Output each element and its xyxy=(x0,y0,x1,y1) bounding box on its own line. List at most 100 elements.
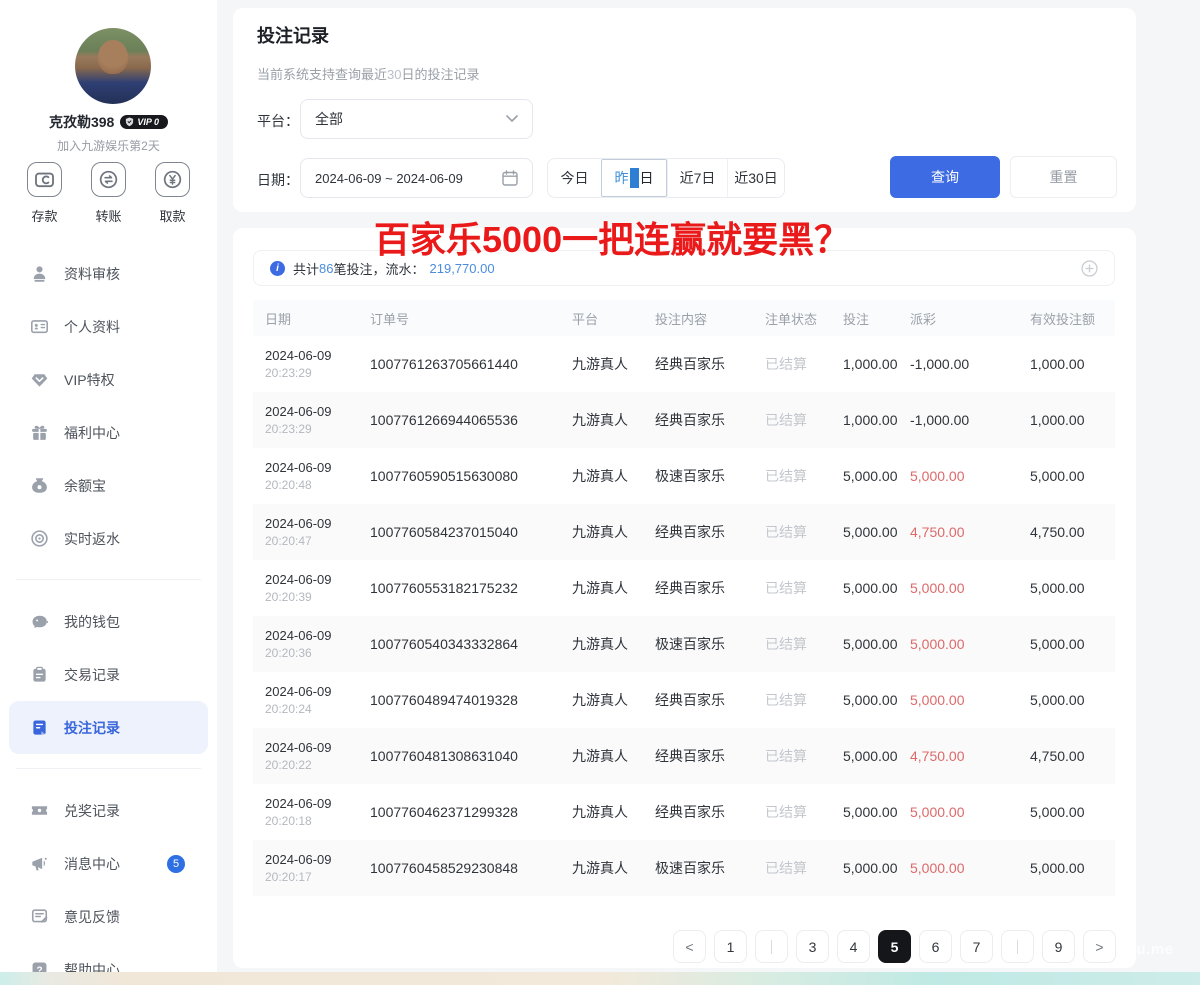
platform-select[interactable]: 全部 xyxy=(300,99,533,139)
sidebar-item[interactable]: 余额宝 xyxy=(0,459,217,512)
cell-platform: 九游真人 xyxy=(572,802,655,822)
sidebar-item[interactable]: VIP特权 xyxy=(0,353,217,406)
moneybag-icon xyxy=(30,476,49,495)
quick-action-deposit[interactable]: 存款 xyxy=(27,162,62,225)
page-button-7[interactable]: 7 xyxy=(960,930,993,963)
sidebar-item[interactable]: 个人资料 xyxy=(0,300,217,353)
ellipsis-page-button[interactable]: ··· xyxy=(1001,930,1034,963)
cell-date: 2024-06-0920:23:29 xyxy=(265,404,370,436)
cell-date: 2024-06-0920:20:39 xyxy=(265,572,370,604)
filter-panel: 投注记录 当前系统支持查询最近30日的投注记录 平台： 全部 日期： 2024-… xyxy=(233,8,1136,212)
cell-date: 2024-06-0920:20:18 xyxy=(265,796,370,828)
column-header: 日期 xyxy=(265,309,370,328)
sidebar-item-label: VIP特权 xyxy=(64,370,115,390)
cell-valid-amount: 5,000.00 xyxy=(1030,860,1115,876)
vip-badge-label: VIP 0 xyxy=(137,117,159,127)
cell-platform: 九游真人 xyxy=(572,578,655,598)
withdraw-icon xyxy=(155,162,190,197)
cell-time-value: 20:20:39 xyxy=(265,590,370,604)
cell-date-value: 2024-06-09 xyxy=(265,516,370,531)
range-label-part: 日 xyxy=(640,168,654,188)
page-title: 投注记录 xyxy=(257,22,329,48)
range-button[interactable]: 昨日 xyxy=(601,159,667,197)
sidebar-item[interactable]: 兑奖记录 xyxy=(0,784,217,837)
cell-payout: 5,000.00 xyxy=(910,636,1030,652)
cell-valid-amount: 4,750.00 xyxy=(1030,748,1115,764)
page-button-5[interactable]: 5 xyxy=(878,930,911,963)
cell-valid-amount: 5,000.00 xyxy=(1030,804,1115,820)
cell-order-number: 1007761263705661440 xyxy=(370,356,572,372)
subtitle-num: 30 xyxy=(387,67,401,82)
page-button-6[interactable]: 6 xyxy=(919,930,952,963)
range-button[interactable]: 近7日 xyxy=(667,159,727,197)
reset-button[interactable]: 重置 xyxy=(1010,156,1117,198)
cell-payout: 4,750.00 xyxy=(910,748,1030,764)
date-range-input[interactable]: 2024-06-09 ~ 2024-06-09 xyxy=(300,158,533,198)
pagination: <1···34567···9> xyxy=(673,930,1116,963)
page-button-4[interactable]: 4 xyxy=(837,930,870,963)
page-button-1[interactable]: 1 xyxy=(714,930,747,963)
cell-order-number: 1007760462371299328 xyxy=(370,804,572,820)
page: 克孜勒398 VIP 0 加入九游娱乐第2天 存款转账取款 资料审核个人资料VI… xyxy=(0,0,1200,985)
redeem-icon xyxy=(30,801,49,820)
cell-valid-amount: 5,000.00 xyxy=(1030,580,1115,596)
column-header: 派彩 xyxy=(910,309,1030,328)
profile-icon xyxy=(30,317,49,336)
sidebar-item[interactable]: 资料审核 xyxy=(0,247,217,300)
subtitle-pre: 当前系统支持查询最近 xyxy=(257,67,387,82)
sidebar-item[interactable]: 意见反馈 xyxy=(0,890,217,943)
quick-action-withdraw[interactable]: 取款 xyxy=(155,162,190,225)
sidebar-item-active[interactable]: 投注记录 xyxy=(9,701,208,754)
cell-date-value: 2024-06-09 xyxy=(265,740,370,755)
table-row: 2024-06-0920:20:361007760540343332864九游真… xyxy=(253,616,1115,672)
username: 克孜勒398 xyxy=(49,112,114,132)
vip-icon xyxy=(30,370,49,389)
cell-payout: 5,000.00 xyxy=(910,468,1030,484)
cell-order-number: 1007760489474019328 xyxy=(370,692,572,708)
calendar-icon xyxy=(502,170,518,186)
table-row: 2024-06-0920:20:221007760481308631040九游真… xyxy=(253,728,1115,784)
sidebar-item-label: 兑奖记录 xyxy=(64,801,120,821)
sidebar-item[interactable]: 福利中心 xyxy=(0,406,217,459)
cell-date-value: 2024-06-09 xyxy=(265,684,370,699)
rebate-icon xyxy=(30,529,49,548)
cell-order-number: 1007760584237015040 xyxy=(370,524,572,540)
avatar[interactable] xyxy=(75,28,151,104)
chevron-down-icon xyxy=(506,115,518,123)
quick-action-label: 取款 xyxy=(159,206,185,225)
summary-prefix: 共计 xyxy=(293,259,319,278)
cell-valid-amount: 4,750.00 xyxy=(1030,524,1115,540)
sidebar-item-label: 实时返水 xyxy=(64,529,120,549)
cell-platform: 九游真人 xyxy=(572,410,655,430)
cell-payout: 5,000.00 xyxy=(910,804,1030,820)
cell-bet-amount: 5,000.00 xyxy=(843,468,910,484)
ellipsis-page-button[interactable]: ··· xyxy=(755,930,788,963)
table-row: 2024-06-0920:20:171007760458529230848九游真… xyxy=(253,840,1115,896)
range-button[interactable]: 近30日 xyxy=(727,159,784,197)
page-button-9[interactable]: 9 xyxy=(1042,930,1075,963)
welfare-icon xyxy=(30,423,49,442)
query-button[interactable]: 查询 xyxy=(890,156,1000,198)
cell-date-value: 2024-06-09 xyxy=(265,628,370,643)
cell-bet-amount: 1,000.00 xyxy=(843,356,910,372)
cell-date: 2024-06-0920:20:22 xyxy=(265,740,370,772)
sidebar-item[interactable]: 我的钱包 xyxy=(0,595,217,648)
transfer-icon xyxy=(91,162,126,197)
page-button-3[interactable]: 3 xyxy=(796,930,829,963)
cell-platform: 九游真人 xyxy=(572,466,655,486)
cell-platform: 九游真人 xyxy=(572,690,655,710)
sidebar-item[interactable]: 交易记录 xyxy=(0,648,217,701)
cell-status: 已结算 xyxy=(765,802,843,822)
cell-status: 已结算 xyxy=(765,578,843,598)
expand-plus-icon[interactable] xyxy=(1081,260,1098,277)
next-page-button[interactable]: > xyxy=(1083,930,1116,963)
sidebar-item[interactable]: 实时返水 xyxy=(0,512,217,565)
prev-page-button[interactable]: < xyxy=(673,930,706,963)
table-header: 日期订单号平台投注内容注单状态投注派彩有效投注额 xyxy=(253,300,1115,336)
platform-label: 平台： xyxy=(257,111,299,131)
range-button[interactable]: 今日 xyxy=(548,159,601,197)
cell-date: 2024-06-0920:20:24 xyxy=(265,684,370,716)
column-header: 平台 xyxy=(572,309,655,328)
sidebar-item[interactable]: 消息中心5 xyxy=(0,837,217,890)
quick-action-transfer[interactable]: 转账 xyxy=(91,162,126,225)
